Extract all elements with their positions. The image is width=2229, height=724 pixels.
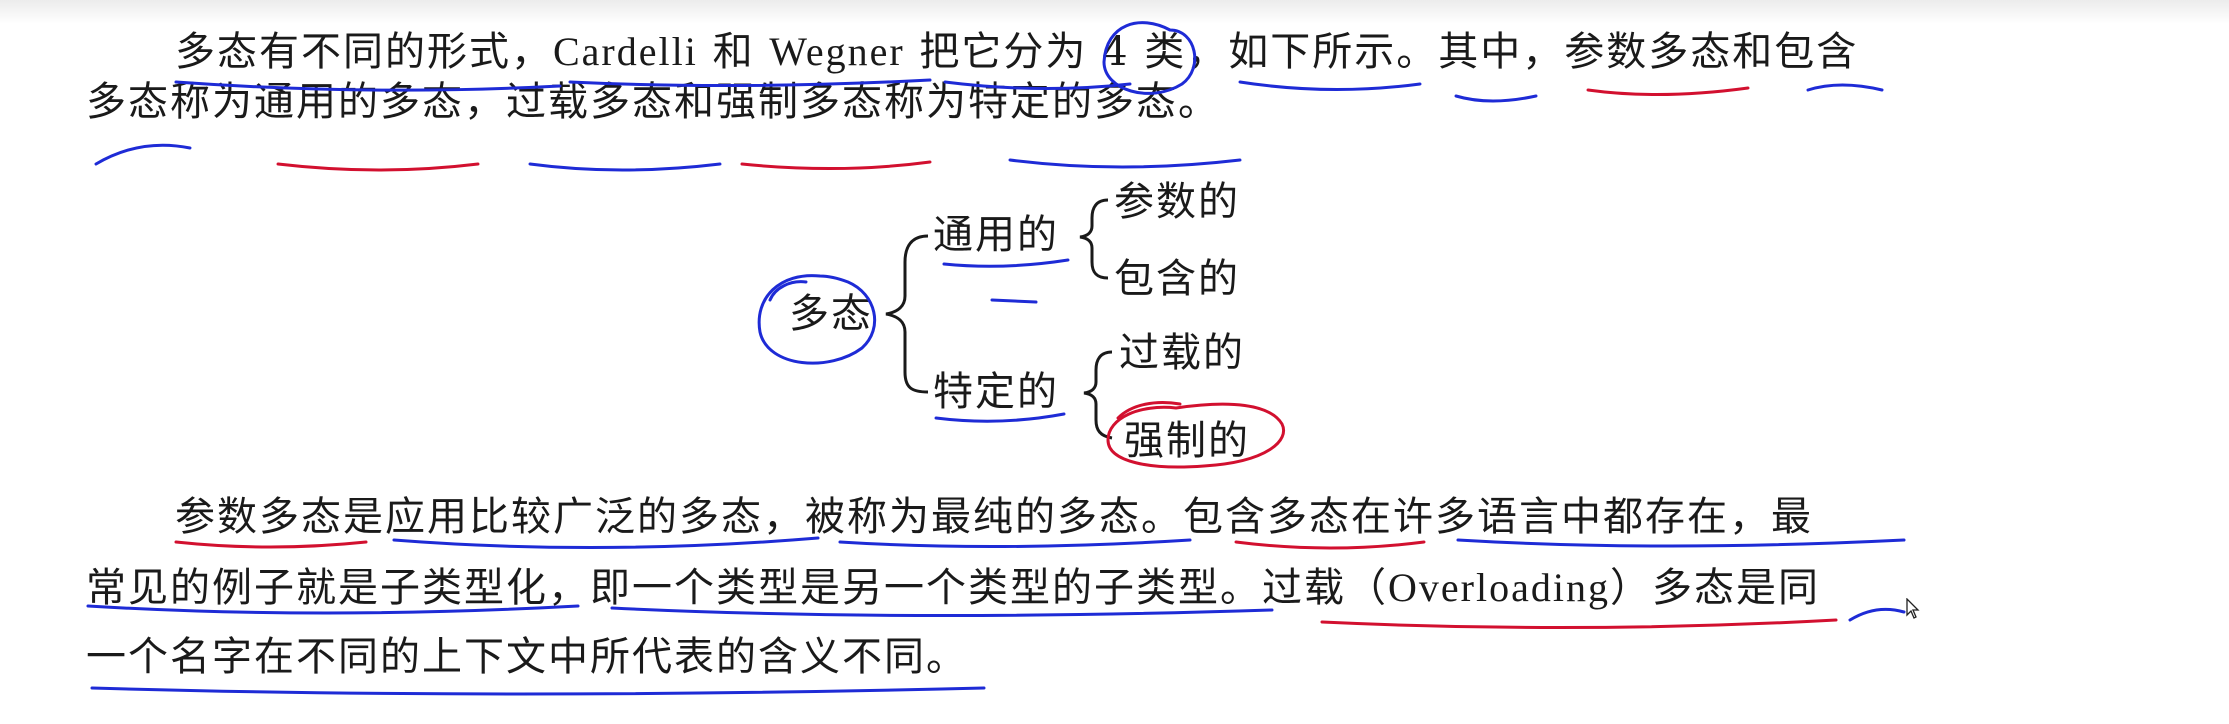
ul-p2-baohan <box>1234 540 1426 550</box>
ul-p1-1 <box>174 80 562 92</box>
ul-p1-split <box>943 80 1132 91</box>
ul-p2-xuduo <box>1456 538 1906 548</box>
ul-p2-canshu <box>174 540 368 549</box>
circle-qiangzhi <box>1106 402 1285 469</box>
circle-root-tail <box>768 280 808 302</box>
ul-p2-yingyong <box>392 536 820 550</box>
ul-tongyong-stub <box>990 298 1038 304</box>
ul-p2-l2-tong <box>1848 607 1906 622</box>
mouse-cursor-icon <box>1906 598 1920 619</box>
ul-p2-beicheng <box>838 538 1192 549</box>
ul-tongyong <box>942 258 1070 268</box>
annotation-layer <box>86 21 1906 696</box>
circle-4-lei <box>1102 21 1197 95</box>
ul-p2-l2-jiyige <box>610 606 1274 618</box>
ul-p2-l3 <box>90 686 986 696</box>
ul-p1-baohan <box>1806 83 1884 92</box>
ul-p2-duotai <box>94 143 192 166</box>
ul-p1-asfollows <box>1238 80 1422 92</box>
ul-p1-cardelli <box>568 78 932 88</box>
tree-braces <box>885 198 1113 440</box>
ul-p2-tongyong <box>276 162 480 172</box>
ul-p1-canshu <box>1586 86 1750 97</box>
ul-p2-l2-changjian <box>86 604 580 615</box>
blue-annotations <box>86 21 1906 696</box>
general-brace <box>1079 198 1109 280</box>
ul-p1-qizhong <box>1454 94 1538 103</box>
adhoc-brace <box>1083 350 1113 440</box>
ul-teding-branch <box>934 412 1066 423</box>
root-brace <box>885 234 929 394</box>
ul-p2-teding <box>1008 158 1242 169</box>
ul-p2-qiangzhi <box>740 160 932 171</box>
ul-p2-l2-guozai <box>1320 618 1838 630</box>
circle-root <box>757 274 877 365</box>
ul-p2-guozai <box>528 162 722 172</box>
